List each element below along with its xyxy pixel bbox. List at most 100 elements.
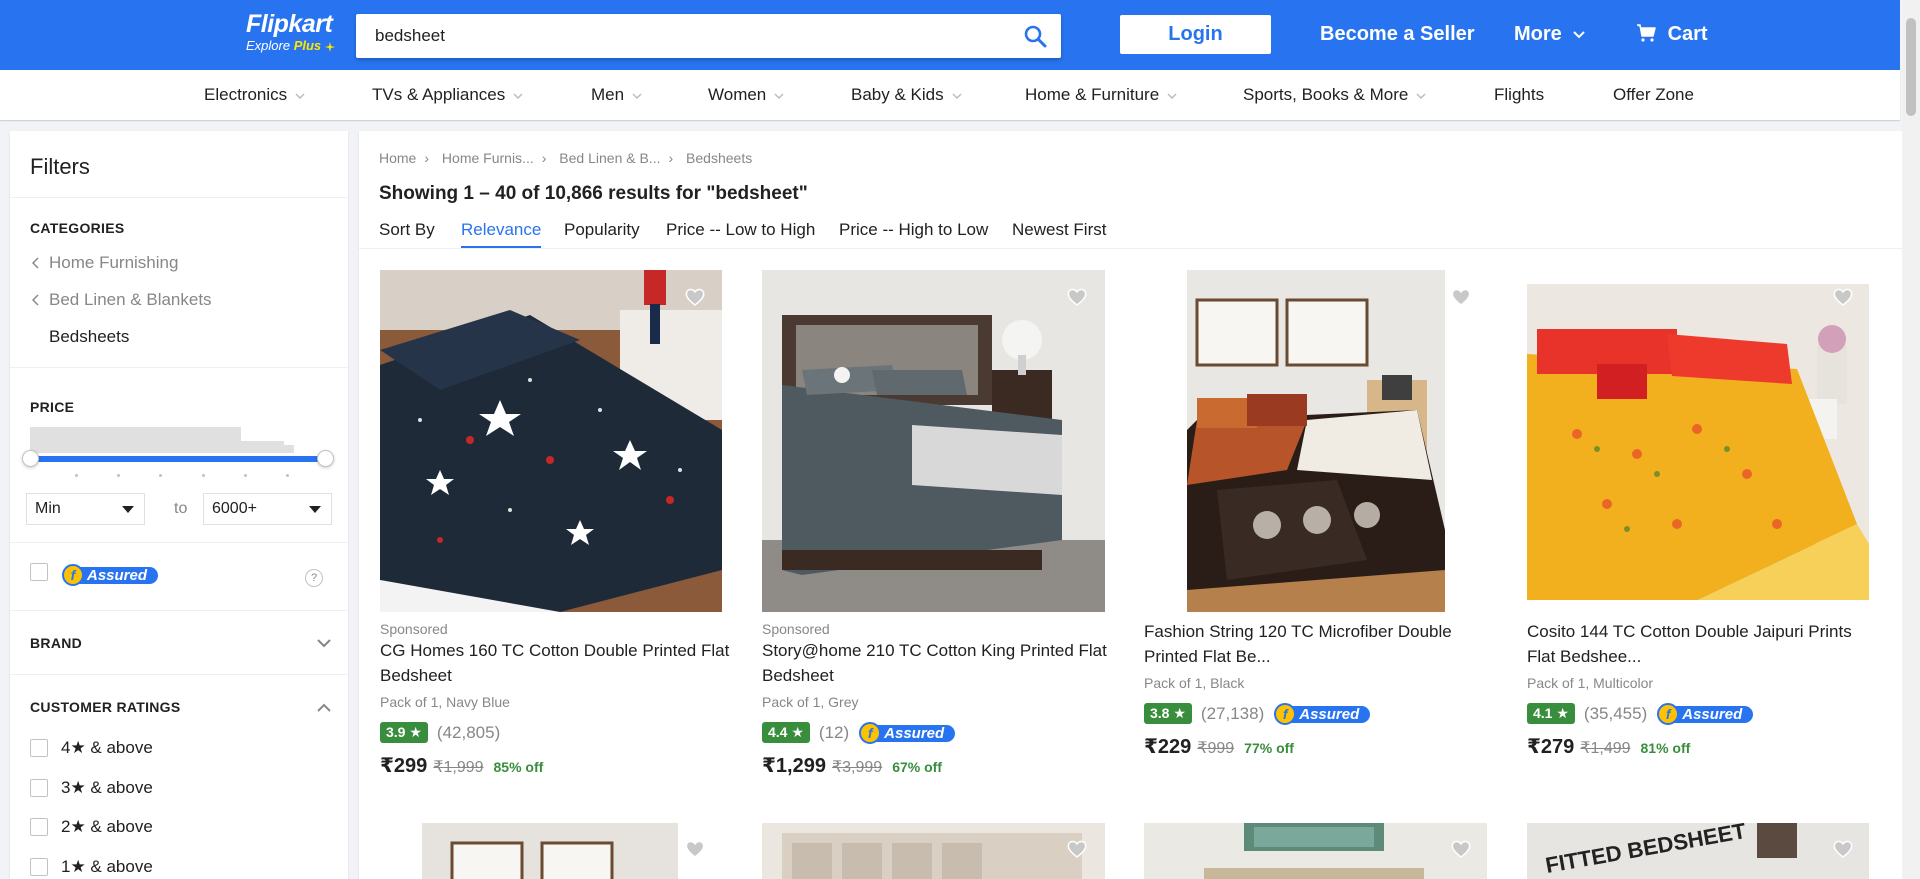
breadcrumb-home[interactable]: Home — [379, 150, 416, 166]
chevron-up-icon[interactable] — [317, 703, 331, 712]
nav-sports-books[interactable]: Sports, Books & More — [1243, 85, 1426, 105]
nav-flights[interactable]: Flights — [1494, 85, 1544, 105]
wishlist-heart-icon[interactable] — [1066, 286, 1088, 308]
scrollbar-thumb[interactable] — [1906, 18, 1916, 116]
price: ₹1,299 — [762, 755, 826, 777]
discount: 67% off — [892, 759, 942, 775]
chevron-down-icon — [1167, 92, 1177, 99]
product-image[interactable] — [1187, 270, 1445, 612]
become-seller-link[interactable]: Become a Seller — [1320, 23, 1475, 46]
price-row: ₹229 ₹999 77% off — [1144, 734, 1294, 759]
cart-link[interactable]: Cart — [1636, 23, 1708, 46]
chevron-down-icon[interactable] — [317, 639, 331, 648]
product-image[interactable] — [422, 823, 678, 879]
filters-panel: Filters CATEGORIES Home Furnishing Bed L… — [10, 131, 348, 879]
product-title[interactable]: Fashion String 120 TC Microfiber Double … — [1144, 619, 1494, 669]
category-home-furnishing[interactable]: Home Furnishing — [49, 253, 178, 273]
rating-3-label[interactable]: 3★ & above — [61, 778, 153, 798]
login-button[interactable]: Login — [1120, 15, 1271, 54]
price-slider-track[interactable] — [30, 456, 326, 462]
product-image[interactable] — [1527, 284, 1869, 600]
sort-by-label: Sort By — [379, 220, 435, 239]
wishlist-heart-icon[interactable] — [1066, 838, 1088, 860]
product-title[interactable]: Cosito 144 TC Cotton Double Jaipuri Prin… — [1527, 619, 1877, 669]
product-image[interactable] — [1144, 823, 1487, 879]
rating-1-checkbox[interactable] — [30, 858, 48, 876]
price-max-select[interactable]: 6000+ — [203, 493, 332, 525]
nav-men[interactable]: Men — [591, 85, 642, 105]
wishlist-heart-icon[interactable] — [684, 838, 706, 860]
flipkart-f-icon: f — [1274, 702, 1297, 725]
product-title[interactable]: Story@home 210 TC Cotton King Printed Fl… — [762, 638, 1112, 688]
more-menu[interactable]: More — [1514, 23, 1586, 46]
wishlist-heart-icon[interactable] — [684, 286, 706, 308]
product-image[interactable]: FITTED BEDSHEET — [1527, 823, 1869, 879]
rating-4-checkbox[interactable] — [30, 739, 48, 757]
wishlist-heart-icon[interactable] — [1450, 838, 1472, 860]
sort-price-high-low[interactable]: Price -- High to Low — [839, 220, 988, 240]
slider-tick — [202, 474, 205, 477]
price-slider-max-handle[interactable] — [317, 450, 334, 467]
price: ₹279 — [1527, 736, 1575, 758]
assured-badge: Assured f — [1274, 702, 1371, 725]
product-image[interactable] — [762, 823, 1105, 879]
logo-tagline-plus: Plus — [293, 38, 322, 53]
price-min-select[interactable]: Min — [26, 493, 145, 525]
chevron-down-icon — [632, 92, 642, 99]
price-row: ₹279 ₹1,499 81% off — [1527, 734, 1690, 759]
sort-price-low-high[interactable]: Price -- Low to High — [666, 220, 815, 240]
breadcrumb-bed-linen[interactable]: Bed Linen & B... — [559, 150, 660, 166]
product-title[interactable]: CG Homes 160 TC Cotton Double Printed Fl… — [380, 638, 730, 688]
rating-count: (35,455) — [1583, 703, 1648, 723]
category-bed-linen[interactable]: Bed Linen & Blankets — [49, 290, 212, 310]
rating-3-checkbox[interactable] — [30, 779, 48, 797]
help-icon[interactable]: ? — [305, 569, 323, 587]
chevron-down-icon — [295, 92, 305, 99]
nav-offer-zone[interactable]: Offer Zone — [1613, 85, 1694, 105]
product-image[interactable] — [762, 270, 1105, 612]
sort-relevance[interactable]: Relevance — [461, 220, 542, 248]
price-max-value: 6000+ — [212, 500, 257, 517]
mrp: ₹3,999 — [831, 759, 883, 776]
mrp: ₹999 — [1197, 740, 1235, 757]
sort-newest[interactable]: Newest First — [1012, 220, 1106, 240]
product-variant: Pack of 1, Navy Blue — [380, 694, 510, 710]
divider — [10, 610, 348, 611]
flipkart-logo[interactable]: Flipkart Explore Plus — [246, 10, 335, 53]
ratings-heading[interactable]: CUSTOMER RATINGS — [30, 699, 181, 715]
wishlist-heart-icon[interactable] — [1832, 286, 1854, 308]
nav-label: Electronics — [204, 85, 288, 104]
rating-2-checkbox[interactable] — [30, 818, 48, 836]
wishlist-heart-icon[interactable] — [1832, 838, 1854, 860]
page-scrollbar[interactable] — [1902, 0, 1920, 879]
assured-checkbox[interactable] — [30, 563, 48, 581]
divider — [10, 542, 348, 543]
nav-home-furniture[interactable]: Home & Furniture — [1025, 85, 1177, 105]
rating-1-label[interactable]: 1★ & above — [61, 857, 153, 877]
nav-tvs-appliances[interactable]: TVs & Appliances — [372, 85, 523, 105]
rating-2-label[interactable]: 2★ & above — [61, 817, 153, 837]
breadcrumb-home-furnishing[interactable]: Home Furnis... — [442, 150, 534, 166]
rating-value: 4.1 — [1533, 705, 1553, 721]
logo-tagline-explore: Explore — [246, 38, 291, 53]
brand-heading[interactable]: BRAND — [30, 635, 82, 651]
rating-count: (12) — [818, 722, 850, 742]
rating-4-label[interactable]: 4★ & above — [61, 738, 153, 758]
categories-heading: CATEGORIES — [30, 220, 125, 236]
cart-label: Cart — [1667, 23, 1708, 45]
sort-popularity[interactable]: Popularity — [564, 220, 640, 240]
search-icon[interactable] — [1023, 24, 1047, 48]
nav-baby-kids[interactable]: Baby & Kids — [851, 85, 962, 105]
nav-women[interactable]: Women — [708, 85, 784, 105]
nav-electronics[interactable]: Electronics — [204, 85, 305, 105]
product-image[interactable] — [380, 270, 722, 612]
divider — [10, 674, 348, 675]
search-input[interactable] — [356, 14, 996, 58]
price-histogram-bar — [284, 445, 294, 453]
cart-icon — [1637, 24, 1656, 42]
chevron-down-icon — [513, 92, 523, 99]
price-slider-min-handle[interactable] — [22, 450, 39, 467]
wishlist-heart-icon[interactable] — [1450, 286, 1472, 308]
filters-title: Filters — [30, 154, 90, 179]
breadcrumb-bedsheets: Bedsheets — [686, 150, 753, 166]
